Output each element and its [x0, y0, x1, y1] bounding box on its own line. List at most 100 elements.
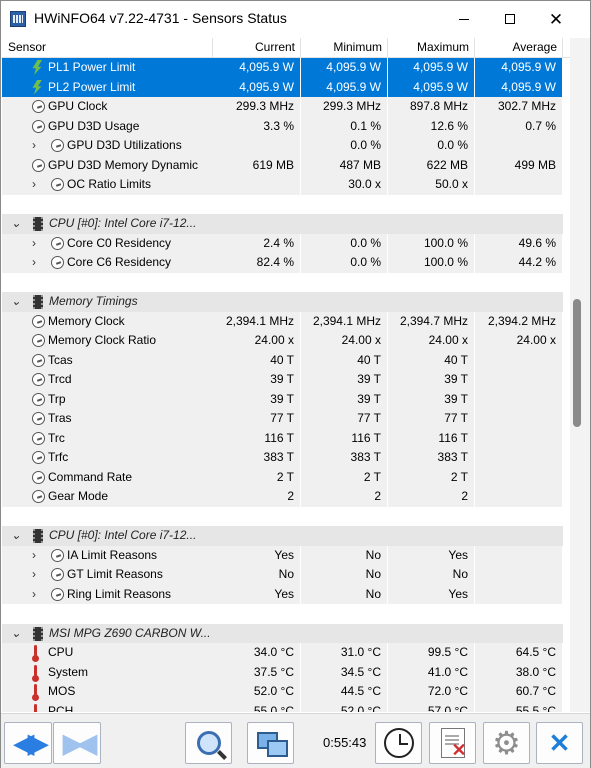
sensor-row[interactable]: › IA Limit Reasons Yes No Yes: [2, 545, 570, 565]
scrollbar-thumb[interactable]: [573, 299, 581, 427]
column-header-minimum[interactable]: Minimum: [301, 38, 388, 58]
sensor-row[interactable]: GPU D3D Usage 3.3 % 0.1 % 12.6 % 0.7 %: [2, 116, 570, 136]
elapsed-timer: 0:55:43: [323, 735, 367, 750]
sensor-row[interactable]: GPU D3D Memory Dynamic 619 MB 487 MB 622 MB…: [2, 155, 570, 175]
average-value-cell: 302.7 MHz: [475, 97, 563, 117]
current-value-cell: 4,095.9 W: [213, 77, 301, 97]
close-icon: ✕: [548, 9, 564, 29]
group-label: MSI MPG Z690 CARBON W...: [49, 625, 211, 640]
minimum-value-cell: 31.0 °C: [301, 643, 388, 663]
current-value-cell: 2: [213, 487, 301, 507]
reset-clock-button[interactable]: [375, 722, 422, 764]
column-header-average[interactable]: Average: [475, 38, 563, 58]
group-label-cell: ⌄ Memory Timings: [2, 292, 563, 312]
sensor-name-cell: Tcas: [2, 350, 213, 370]
sensor-row[interactable]: Trp 39 T 39 T 39 T: [2, 389, 570, 409]
sensor-row[interactable]: Command Rate 2 T2 T2 T: [2, 467, 570, 487]
column-header-maximum[interactable]: Maximum: [388, 38, 475, 58]
sensor-label: Trcd: [48, 372, 72, 386]
close-sensors-button[interactable]: ✕: [536, 722, 583, 764]
clock-icon: [51, 139, 64, 152]
monitors-button[interactable]: [247, 722, 294, 764]
minimum-value-cell: 44.5 °C: [301, 682, 388, 702]
sensor-group-row[interactable]: ⌄ CPU [#0]: Intel Core i7-12...: [2, 526, 570, 546]
collapse-chevron-icon[interactable]: ⌄: [11, 624, 21, 643]
maximum-value-cell: 40 T: [388, 350, 475, 370]
table-spacer-row: [2, 507, 570, 527]
expand-chevron-icon[interactable]: ›: [32, 175, 36, 194]
sensor-row[interactable]: Memory Clock Ratio 24.00 x 24.00 x 24.00 x2…: [2, 331, 570, 351]
sensor-row[interactable]: Trfc 383 T 383 T 383 T: [2, 448, 570, 468]
double-arrow-right-icon: ▶◀: [63, 728, 97, 758]
sensor-row[interactable]: CPU 34.0 °C 31.0 °C 99.5 °C 64.5 °C: [2, 643, 570, 663]
sensor-group-row[interactable]: ⌄ CPU [#0]: Intel Core i7-12...: [2, 214, 570, 234]
sensor-name-cell: › GPU D3D Utilizations: [2, 136, 213, 156]
sensor-row[interactable]: PCH 55.0 °C 52.0 °C 57.0 °C 55.5 °C: [2, 701, 570, 712]
maximum-value-cell: 622 MB: [388, 155, 475, 175]
sensor-label: CPU: [48, 645, 74, 659]
sensor-name-cell: › GT Limit Reasons: [2, 565, 213, 585]
expand-chevron-icon[interactable]: ›: [32, 546, 36, 565]
group-label: CPU [#0]: Intel Core i7-12...: [49, 216, 197, 230]
expand-chevron-icon[interactable]: ›: [32, 136, 36, 155]
average-value-cell: [475, 487, 563, 507]
expand-chevron-icon[interactable]: ›: [32, 565, 36, 584]
sensor-group-row[interactable]: ⌄ Memory Timings: [2, 292, 570, 312]
expand-right-button[interactable]: ▶◀: [53, 722, 101, 764]
expand-chevron-icon[interactable]: ›: [32, 234, 36, 253]
sensor-row[interactable]: › Ring Limit Reasons Yes No Yes: [2, 584, 570, 604]
sensor-row[interactable]: MOS 52.0 °C 44.5 °C 72.0 °C 60.7 °C: [2, 682, 570, 702]
sensor-row[interactable]: GPU Clock 299.3 MHz 299.3 MHz 897.8 MHz 302.…: [2, 97, 570, 117]
sensor-row[interactable]: Trcd 39 T 39 T 39 T: [2, 370, 570, 390]
sensor-name-cell: › IA Limit Reasons: [2, 545, 213, 565]
collapse-chevron-icon[interactable]: ⌄: [11, 526, 21, 545]
sensor-row[interactable]: Gear Mode 2 2 2: [2, 487, 570, 507]
gear-icon: ⚙: [492, 725, 521, 761]
expand-chevron-icon[interactable]: ›: [32, 585, 36, 604]
logging-button[interactable]: [429, 722, 476, 764]
maximum-value-cell: 24.00 x: [388, 331, 475, 351]
average-value-cell: [475, 409, 563, 429]
sensor-row[interactable]: › GT Limit Reasons No No No: [2, 565, 570, 585]
clock-icon: [51, 548, 64, 562]
average-value-cell: 4,095.9 W: [475, 58, 563, 78]
collapse-chevron-icon[interactable]: ⌄: [11, 214, 21, 233]
maximum-value-cell: 41.0 °C: [388, 662, 475, 682]
collapse-left-button[interactable]: ◀▶: [4, 722, 52, 764]
sensor-row[interactable]: Tcas 40 T 40 T 40 T: [2, 350, 570, 370]
minimum-value-cell: No: [301, 545, 388, 565]
maximum-value-cell: 57.0 °C: [388, 701, 475, 712]
expand-chevron-icon[interactable]: ›: [32, 253, 36, 272]
collapse-chevron-icon[interactable]: ⌄: [11, 292, 21, 311]
column-header-sensor[interactable]: Sensor: [2, 38, 213, 58]
clock-icon: [51, 587, 64, 601]
sensor-row[interactable]: Tras 77 T 77 T 77 T: [2, 409, 570, 429]
sensor-label: Gear Mode: [48, 489, 109, 503]
sensor-row[interactable]: System 37.5 °C 34.5 °C 41.0 °C 38.0 °C: [2, 662, 570, 682]
maximize-button[interactable]: [487, 1, 533, 37]
title-bar: HWiNFO64 v7.22-4731 - Sensors Status ✕: [1, 1, 590, 37]
column-header-current[interactable]: Current: [213, 38, 301, 58]
maximum-value-cell: 2: [388, 487, 475, 507]
minimize-button[interactable]: [441, 1, 487, 37]
current-value-cell: [213, 136, 301, 156]
sensor-label: System: [48, 664, 89, 679]
vertical-scrollbar[interactable]: [570, 38, 590, 712]
sensor-row[interactable]: Trc 116 T 116 T 116 T: [2, 428, 570, 448]
average-value-cell: 64.5 °C: [475, 643, 563, 663]
sensor-row[interactable]: › Core C0 Residency 2.4 % 0.0 % 100.0 % 49.6 …: [2, 233, 570, 253]
sensor-label: GPU D3D Memory Dynamic: [48, 157, 199, 172]
sensor-row[interactable]: PL2 Power Limit 4,095.9 W 4,095.9 W 4,095.9…: [2, 77, 570, 97]
sensor-row[interactable]: › Core C6 Residency 82.4 % 0.0 % 100.0 % 44.2…: [2, 253, 570, 273]
close-window-button[interactable]: ✕: [533, 1, 579, 37]
sensor-group-row[interactable]: ⌄ MSI MPG Z690 CARBON W...: [2, 623, 570, 643]
maximum-value-cell: 39 T: [388, 370, 475, 390]
sensor-row[interactable]: › OC Ratio Limits 30.0 x 50.0 x: [2, 175, 570, 195]
clock-icon: [32, 451, 45, 464]
settings-button[interactable]: ⚙: [483, 722, 530, 764]
current-value-cell: 52.0 °C: [213, 682, 301, 702]
network-button[interactable]: [185, 722, 232, 764]
sensor-row[interactable]: Memory Clock 2,394.1 MHz 2,394.1 MHz 2,394.…: [2, 311, 570, 331]
sensor-row[interactable]: PL1 Power Limit 4,095.9 W 4,095.9 W 4,095.9…: [2, 58, 570, 78]
sensor-row[interactable]: › GPU D3D Utilizations 0.0 % 0.0 %: [2, 136, 570, 156]
